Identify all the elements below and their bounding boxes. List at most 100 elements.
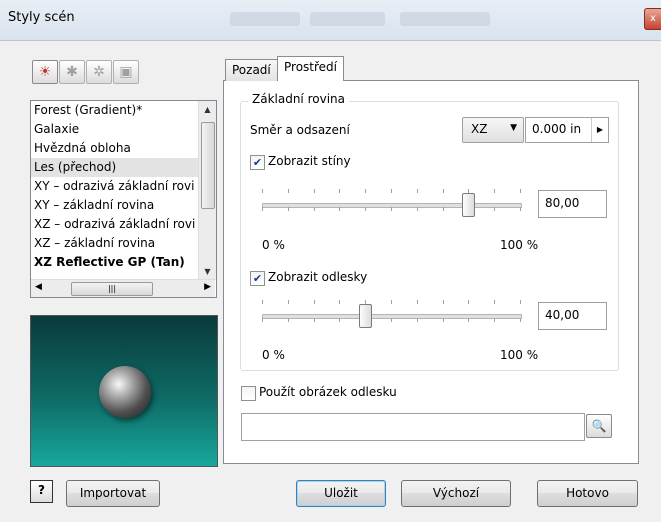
show-reflections-checkbox[interactable]: ✔ (250, 271, 265, 286)
slider-tick (262, 300, 263, 304)
slider-tick (339, 189, 340, 193)
reflections-value: 40,00 (545, 308, 580, 322)
slider-tick (391, 189, 392, 193)
light-button[interactable]: ✱ (59, 60, 85, 84)
scroll-left-icon[interactable]: ◀ (35, 282, 42, 292)
slider-tick (520, 300, 521, 304)
slider-tick (391, 318, 392, 322)
shadows-value: 80,00 (545, 196, 580, 210)
tab-background[interactable]: Pozadí (225, 59, 278, 81)
slider-tick (314, 300, 315, 304)
vertical-scrollbar[interactable]: ▲ ▼ (198, 101, 216, 280)
slider-tick (365, 207, 366, 211)
list-item-selected[interactable]: Les (přechod) (31, 158, 202, 177)
preview-sphere (99, 366, 151, 418)
window-title: Styly scén (8, 10, 75, 25)
slider-tick (417, 300, 418, 304)
shadows-slider-track[interactable] (262, 203, 522, 208)
light-icon: ✱ (66, 64, 78, 80)
list-item[interactable]: Forest (Gradient)* (31, 101, 202, 120)
slider-tick (417, 318, 418, 322)
horizontal-scrollbar[interactable]: ◀ ||| ▶ (31, 279, 215, 297)
scene-style-icon: ☀ (38, 64, 52, 80)
slider-tick (365, 189, 366, 193)
slider-tick (468, 318, 469, 322)
chevron-down-icon: ▼ (510, 123, 517, 133)
slider-tick (314, 207, 315, 211)
slider-tick (468, 300, 469, 304)
done-button[interactable]: Hotovo (537, 480, 638, 507)
slider-tick (339, 318, 340, 322)
list-item[interactable]: XY – základní rovina (31, 196, 202, 215)
scene-style-list[interactable]: Forest (Gradient)* Galaxie Hvězdná obloh… (30, 100, 217, 298)
settings-button[interactable]: ▣ (113, 60, 139, 84)
slider-tick (417, 189, 418, 193)
import-button[interactable]: Importovat (66, 480, 160, 507)
list-item-active[interactable]: XZ Reflective GP (Tan) (31, 253, 202, 272)
slider-tick (339, 300, 340, 304)
offset-field[interactable]: 0.000 in ▶ (525, 117, 609, 143)
slider-tick (494, 318, 495, 322)
slider-tick (520, 318, 521, 322)
direction-value: XZ (471, 122, 488, 136)
light-style-button[interactable]: ✲ (86, 60, 112, 84)
list-item[interactable]: XZ – základní rovina (31, 234, 202, 253)
ground-plane-label: Základní rovina (248, 92, 349, 106)
show-shadows-label: Zobrazit stíny (268, 154, 351, 168)
horizontal-scroll-thumb[interactable]: ||| (71, 282, 153, 296)
scene-style-button[interactable]: ☀ (32, 60, 58, 84)
direction-dropdown[interactable]: XZ ▼ (462, 117, 524, 143)
scroll-down-icon[interactable]: ▼ (199, 263, 216, 280)
reflections-slider-track[interactable] (262, 314, 522, 319)
slider-tick (262, 189, 263, 193)
slider-tick (262, 318, 263, 322)
list-item[interactable]: XZ – odrazivá základní rovi (31, 215, 202, 234)
slider-tick (494, 189, 495, 193)
use-reflection-image-label: Použít obrázek odlesku (259, 385, 397, 399)
shadows-max-label: 100 % (500, 238, 539, 252)
direction-offset-label: Směr a odsazení (250, 123, 350, 137)
slider-tick (494, 300, 495, 304)
reflections-min-label: 0 % (262, 348, 285, 362)
shadows-value-field[interactable]: 80,00 (538, 190, 607, 218)
reflections-max-label: 100 % (500, 348, 539, 362)
tab-environment[interactable]: Prostředí (277, 56, 344, 81)
slider-tick (288, 189, 289, 193)
default-button[interactable]: Výchozí (401, 480, 511, 507)
light-style-icon: ✲ (93, 64, 105, 80)
shadows-min-label: 0 % (262, 238, 285, 252)
chevron-right-icon[interactable]: ▶ (591, 118, 608, 142)
help-button[interactable]: ? (30, 480, 53, 503)
slider-tick (494, 207, 495, 211)
blurred-background-area (310, 12, 385, 26)
list-item[interactable]: XY – odrazivá základní rovi (31, 177, 202, 196)
slider-tick (288, 300, 289, 304)
show-shadows-checkbox[interactable]: ✔ (250, 155, 265, 170)
close-icon: x (650, 13, 656, 24)
slider-tick (417, 207, 418, 211)
slider-tick (520, 207, 521, 211)
scene-preview (30, 315, 218, 467)
list-item[interactable]: Galaxie (31, 120, 202, 139)
list-item[interactable]: Hvězdná obloha (31, 139, 202, 158)
settings-icon: ▣ (119, 64, 133, 80)
vertical-scroll-thumb[interactable] (201, 122, 215, 209)
shadows-slider-thumb[interactable] (462, 193, 476, 217)
slider-tick (443, 318, 444, 322)
slider-tick (443, 189, 444, 193)
reflections-value-field[interactable]: 40,00 (538, 302, 607, 330)
browse-button[interactable]: 🔍 (586, 414, 612, 438)
scroll-up-icon[interactable]: ▲ (199, 101, 216, 118)
slider-tick (262, 207, 263, 211)
blurred-background-area (400, 12, 490, 26)
use-reflection-image-checkbox[interactable] (241, 386, 256, 401)
scroll-right-icon[interactable]: ▶ (204, 282, 211, 292)
slider-tick (443, 300, 444, 304)
reflection-image-path-input[interactable] (241, 413, 585, 441)
save-button[interactable]: Uložit (296, 480, 386, 507)
reflections-slider-thumb[interactable] (359, 304, 373, 328)
close-button[interactable]: x (644, 8, 661, 30)
slider-tick (314, 318, 315, 322)
slider-tick (314, 189, 315, 193)
slider-tick (443, 207, 444, 211)
